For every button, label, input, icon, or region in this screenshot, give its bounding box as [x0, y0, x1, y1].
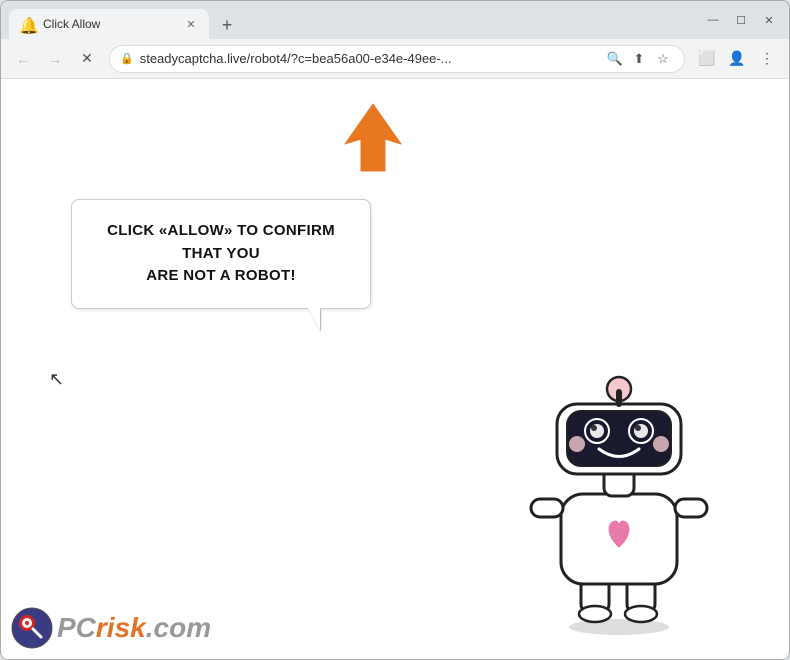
reload-button[interactable]: ✕ — [73, 45, 101, 73]
watermark: PCrisk.com — [11, 607, 211, 649]
close-button[interactable]: ✕ — [757, 8, 781, 32]
robot-container — [509, 349, 729, 639]
tab-close-button[interactable]: ✕ — [183, 16, 199, 32]
mouse-cursor: ↖ — [49, 369, 64, 390]
dot-com: .com — [146, 612, 211, 643]
browser-window: 🔔 Click Allow ✕ + — ☐ ✕ ← → ✕ 🔒 steadyca… — [0, 0, 790, 660]
active-tab[interactable]: 🔔 Click Allow ✕ — [9, 9, 209, 39]
speech-bubble: CLICK «ALLOW» TO CONFIRM THAT YOU ARE NO… — [71, 199, 371, 309]
share-button[interactable]: ⬆ — [628, 48, 650, 70]
menu-button[interactable]: ⋮ — [753, 45, 781, 73]
back-button[interactable]: ← — [9, 45, 37, 73]
address-text: steadycaptcha.live/robot4/?c=bea56a00-e3… — [140, 51, 598, 66]
pcrisk-logo-icon — [11, 607, 53, 649]
minimize-button[interactable]: — — [701, 8, 725, 32]
bubble-line1: CLICK «ALLOW» TO CONFIRM THAT YOU — [107, 222, 335, 262]
arrow-container — [341, 99, 406, 179]
tab-strip: 🔔 Click Allow ✕ + — [9, 1, 693, 39]
robot-icon — [509, 349, 729, 639]
toolbar: ← → ✕ 🔒 steadycaptcha.live/robot4/?c=bea… — [1, 39, 789, 79]
address-actions: 🔍 ⬆ ☆ — [604, 48, 674, 70]
address-bar[interactable]: 🔒 steadycaptcha.live/robot4/?c=bea56a00-… — [109, 45, 685, 73]
profile-button[interactable]: 👤 — [723, 45, 751, 73]
search-button[interactable]: 🔍 — [604, 48, 626, 70]
pcrisk-logo: PCrisk.com — [11, 607, 211, 649]
orange-arrow-icon — [341, 99, 406, 174]
title-bar: 🔔 Click Allow ✕ + — ☐ ✕ — [1, 1, 789, 39]
bubble-text: CLICK «ALLOW» TO CONFIRM THAT YOU ARE NO… — [97, 220, 345, 288]
pcrisk-text: PCrisk.com — [57, 612, 211, 644]
maximize-button[interactable]: ☐ — [729, 8, 753, 32]
bubble-line2: ARE NOT A ROBOT! — [146, 267, 296, 284]
page-content: CLICK «ALLOW» TO CONFIRM THAT YOU ARE NO… — [1, 79, 789, 659]
tab-favicon: 🔔 — [19, 16, 35, 32]
bookmark-button[interactable]: ☆ — [652, 48, 674, 70]
tab-title: Click Allow — [43, 17, 175, 31]
forward-button[interactable]: → — [41, 45, 69, 73]
lock-icon: 🔒 — [120, 52, 134, 65]
toolbar-right: ⬜ 👤 ⋮ — [693, 45, 781, 73]
extensions-button[interactable]: ⬜ — [693, 45, 721, 73]
risk-part: risk — [96, 612, 146, 643]
pc-part: PC — [57, 612, 96, 643]
new-tab-button[interactable]: + — [213, 11, 241, 39]
window-controls: — ☐ ✕ — [701, 8, 781, 32]
